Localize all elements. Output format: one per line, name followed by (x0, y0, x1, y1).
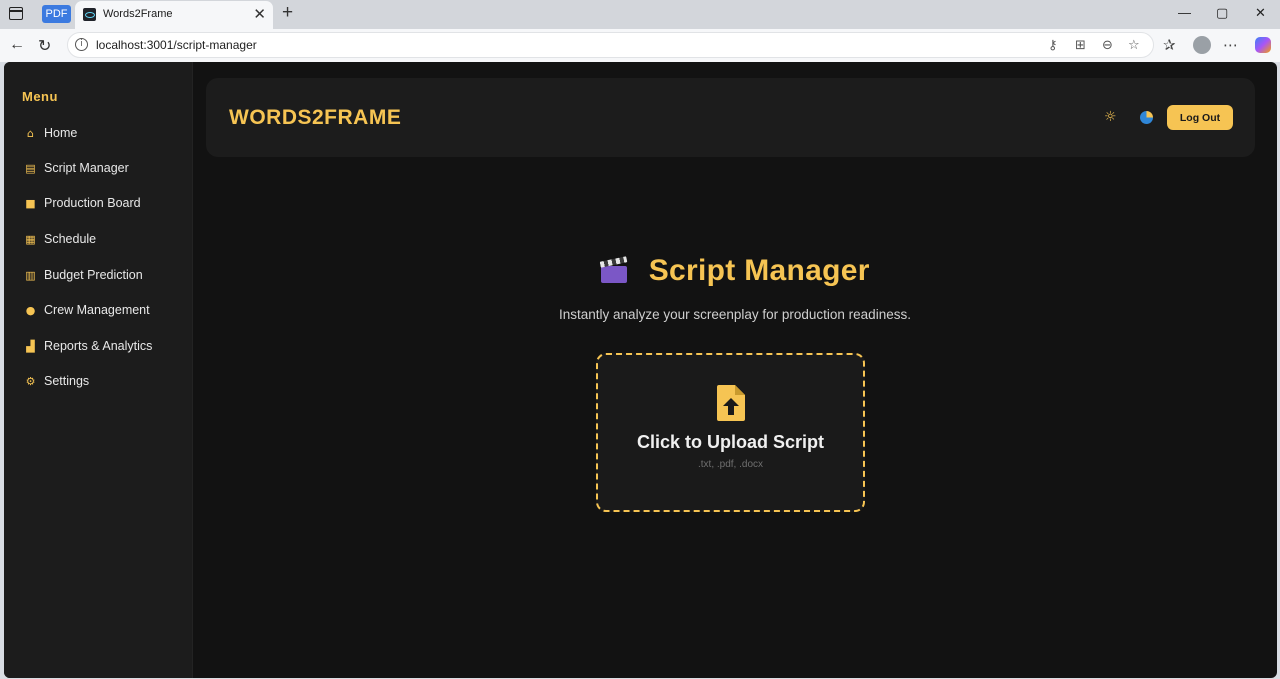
file-upload-icon (717, 385, 745, 421)
pie-chart-icon[interactable] (1140, 111, 1153, 124)
calculator-icon: ▥ (25, 268, 36, 282)
key-icon[interactable]: ⚷ (1048, 37, 1058, 53)
profile-avatar[interactable] (1193, 36, 1211, 54)
zoom-icon[interactable]: ⊖ (1102, 37, 1113, 53)
url-text[interactable]: localhost:3001/script-manager (96, 38, 257, 52)
video-camera-icon: ■ (25, 196, 36, 210)
favorite-star-icon[interactable]: ☆ (1128, 37, 1140, 53)
back-icon[interactable]: ← (9, 36, 25, 54)
upload-file-types: .txt, .pdf, .docx (697, 459, 764, 470)
sidebar-item-label: Schedule (44, 232, 97, 246)
app-window: Menu ⌂ Home ▤ Script Manager ■ Productio… (4, 62, 1277, 678)
page-title: Script Manager (648, 254, 870, 287)
tab-actions-icon[interactable] (9, 7, 23, 20)
sidebar-item-label: Production Board (44, 196, 141, 210)
page-title-row: Script Manager (193, 254, 1277, 288)
sidebar-item-reports-analytics[interactable]: ▟ Reports & Analytics (24, 335, 152, 357)
sidebar-item-crew-management[interactable]: ● Crew Management (24, 299, 150, 321)
copilot-icon[interactable] (1255, 37, 1271, 53)
sidebar-item-production-board[interactable]: ■ Production Board (24, 192, 141, 214)
users-icon: ● (25, 303, 36, 317)
sidebar-item-label: Home (44, 126, 78, 140)
brand-logo[interactable]: WORDS2FRAME (229, 106, 401, 130)
chart-bar-icon: ▟ (26, 339, 35, 353)
maximize-button[interactable]: ▢ (1216, 5, 1228, 21)
site-info-icon[interactable]: i (75, 38, 88, 51)
sidebar-title: Menu (22, 89, 58, 104)
favorites-icon[interactable]: ✰ (1163, 36, 1176, 54)
page-subtitle: Instantly analyze your screenplay for pr… (559, 307, 911, 322)
upload-label: Click to Upload Script (636, 432, 825, 452)
browser-tab-active[interactable]: Words2Frame ✕ (75, 1, 273, 29)
top-header: WORDS2FRAME ☼ Log Out (206, 78, 1255, 157)
address-bar[interactable]: i localhost:3001/script-manager ⚷ ⊞ ⊖ ☆ (67, 32, 1154, 58)
browser-titlebar: PDF Words2Frame ✕ + — ▢ ✕ (0, 0, 1280, 29)
react-favicon-icon (83, 8, 96, 21)
pdf-tab[interactable]: PDF (42, 5, 71, 23)
logout-button[interactable]: Log Out (1167, 105, 1233, 130)
home-icon: ⌂ (27, 126, 34, 140)
sidebar-item-label: Crew Management (44, 303, 150, 317)
sun-theme-icon[interactable]: ☼ (1104, 109, 1117, 125)
more-menu-icon[interactable]: ⋯ (1223, 36, 1238, 54)
calendar-icon: ▦ (25, 232, 36, 246)
apps-icon[interactable]: ⊞ (1075, 37, 1086, 53)
upload-script-dropzone[interactable]: Click to Upload Script .txt, .pdf, .docx (596, 353, 865, 512)
sidebar-item-label: Script Manager (44, 161, 129, 175)
tab-close-icon[interactable]: ✕ (253, 5, 266, 23)
sidebar-item-label: Budget Prediction (44, 268, 143, 282)
close-window-button[interactable]: ✕ (1255, 5, 1266, 21)
sidebar-item-script-manager[interactable]: ▤ Script Manager (24, 157, 129, 179)
sidebar: Menu ⌂ Home ▤ Script Manager ■ Productio… (4, 62, 193, 678)
sidebar-item-schedule[interactable]: ▦ Schedule (24, 228, 96, 250)
browser-toolbar: ← ↻ i localhost:3001/script-manager ⚷ ⊞ … (0, 29, 1280, 62)
tab-title: Words2Frame (103, 8, 173, 20)
sidebar-item-settings[interactable]: ⚙ Settings (24, 370, 90, 392)
gear-icon: ⚙ (25, 374, 36, 388)
sidebar-item-label: Settings (44, 374, 90, 388)
sidebar-item-label: Reports & Analytics (44, 339, 153, 353)
new-tab-button[interactable]: + (282, 2, 293, 24)
minimize-button[interactable]: — (1178, 5, 1191, 20)
refresh-icon[interactable]: ↻ (38, 36, 51, 56)
sidebar-item-home[interactable]: ⌂ Home (24, 122, 77, 144)
main-content: WORDS2FRAME ☼ Log Out Script Manager Ins… (193, 62, 1277, 678)
clapperboard-icon (599, 256, 628, 283)
sidebar-item-budget-prediction[interactable]: ▥ Budget Prediction (24, 264, 143, 286)
file-text-icon: ▤ (25, 161, 36, 175)
